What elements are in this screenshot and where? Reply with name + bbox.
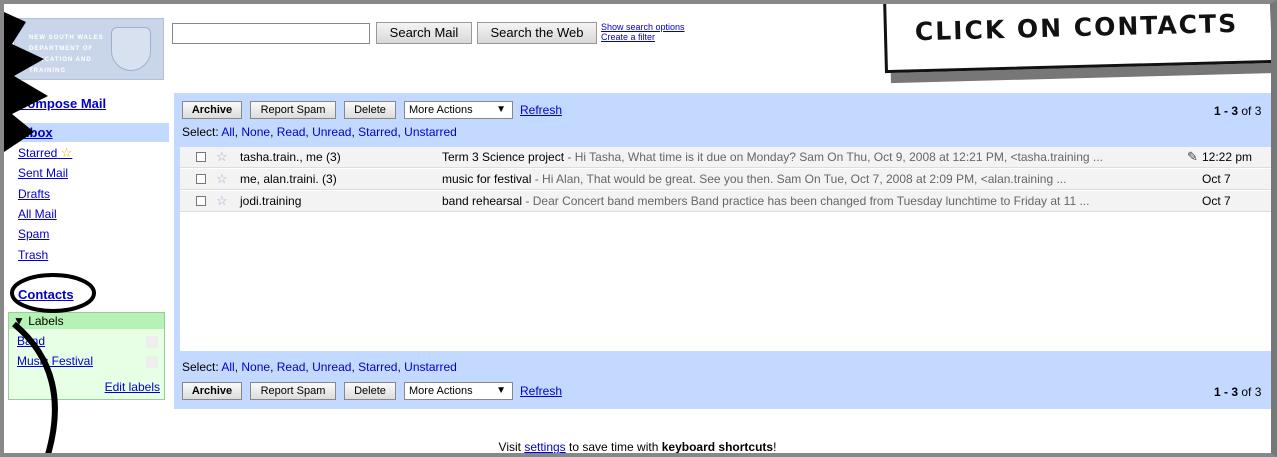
paperclip-icon: ✎: [1187, 149, 1198, 164]
callout-box: CLICK ON CONTACTS: [883, 4, 1271, 74]
search-web-button[interactable]: Search the Web: [477, 22, 597, 44]
refresh-link[interactable]: Refresh: [520, 103, 562, 117]
sidebar-item-spam[interactable]: Spam: [18, 227, 49, 241]
footer-mid: to save time with: [565, 440, 662, 454]
refresh-link[interactable]: Refresh: [520, 384, 562, 398]
show-search-options-link[interactable]: Show search options: [601, 22, 685, 32]
select-all-link[interactable]: All: [221, 125, 234, 139]
select-unread-link[interactable]: Unread: [312, 125, 351, 139]
more-actions-select[interactable]: More Actions ▼: [404, 101, 513, 119]
select-bar-bottom: Select: All, None, Read, Unread, Starred…: [182, 360, 457, 374]
more-actions-label: More Actions: [409, 104, 473, 116]
select-bar-top: Select: All, None, Read, Unread, Starred…: [182, 125, 457, 139]
labels-box: ▼ Labels Band Music Festival Edit labels: [8, 312, 165, 400]
crest-icon: [111, 27, 151, 71]
select-all-link[interactable]: All: [221, 360, 234, 374]
create-filter-link[interactable]: Create a filter: [601, 32, 655, 42]
star-icon[interactable]: ☆: [216, 169, 228, 189]
message-subject: Term 3 Science project - Hi Tasha, What …: [442, 147, 1184, 167]
row-checkbox[interactable]: [196, 152, 206, 162]
logo-text: NEW SOUTH WALES DEPARTMENT OF EDUCATION …: [29, 35, 104, 74]
sidebar-item-inbox[interactable]: Inbox: [18, 125, 53, 140]
logo: NEW SOUTH WALES DEPARTMENT OF EDUCATION …: [14, 18, 164, 80]
table-row[interactable]: ☆ tasha.train., me (3) Term 3 Science pr…: [180, 147, 1271, 168]
message-snippet: - Hi Alan, That would be great. See you …: [531, 172, 1067, 186]
report-spam-button[interactable]: Report Spam: [250, 101, 336, 119]
count-range: 1 - 3: [1214, 385, 1239, 399]
label-band[interactable]: Band: [17, 334, 45, 348]
subject-text: music for festival: [442, 172, 532, 186]
count-range: 1 - 3: [1214, 104, 1239, 118]
dropdown-arrow-icon: ▼: [496, 385, 506, 396]
more-actions-label: More Actions: [409, 385, 473, 397]
subject-text: Term 3 Science project: [442, 150, 565, 164]
labels-header[interactable]: ▼ Labels: [9, 313, 164, 329]
star-icon[interactable]: ☆: [216, 147, 228, 167]
mail-panel: Archive Report Spam Delete More Actions …: [174, 93, 1271, 409]
footer-post: !: [773, 440, 777, 454]
report-spam-button[interactable]: Report Spam: [250, 382, 336, 400]
message-count: 1 - 3 of 3: [1214, 385, 1271, 399]
message-subject: band rehearsal - Dear Concert band membe…: [442, 191, 1184, 211]
footer-pre: Visit: [498, 440, 525, 454]
select-starred-link[interactable]: Starred: [358, 125, 397, 139]
message-sender: me, alan.traini. (3): [240, 172, 337, 186]
sidebar-item-sent[interactable]: Sent Mail: [18, 166, 68, 180]
table-row[interactable]: ☆ jodi.training band rehearsal - Dear Co…: [180, 191, 1271, 212]
star-icon[interactable]: ☆: [216, 191, 228, 211]
message-subject: music for festival - Hi Alan, That would…: [442, 169, 1184, 189]
label-color-swatch[interactable]: [146, 336, 158, 348]
message-sender: jodi.training: [240, 194, 302, 208]
select-starred-link[interactable]: Starred: [358, 360, 397, 374]
message-date: 12:22 pm: [1202, 150, 1253, 164]
message-date: Oct 7: [1202, 172, 1231, 186]
footer-shortcuts-tip: Visit settings to save time with keyboar…: [4, 440, 1271, 454]
select-unstarred-link[interactable]: Unstarred: [404, 125, 457, 139]
row-checkbox[interactable]: [196, 174, 206, 184]
archive-button[interactable]: Archive: [182, 382, 242, 400]
message-date: Oct 7: [1202, 194, 1231, 208]
callout-text: CLICK ON CONTACTS: [914, 8, 1239, 47]
table-row[interactable]: ☆ me, alan.traini. (3) music for festiva…: [180, 169, 1271, 190]
sidebar-item-starred[interactable]: Starred ☆: [18, 145, 72, 161]
label-color-swatch[interactable]: [146, 356, 158, 368]
edit-labels-link[interactable]: Edit labels: [105, 380, 160, 394]
message-count: 1 - 3 of 3: [1214, 104, 1271, 118]
gmail-window: NEW SOUTH WALES DEPARTMENT OF EDUCATION …: [0, 0, 1277, 457]
message-snippet: - Dear Concert band members Band practic…: [522, 194, 1090, 208]
select-read-link[interactable]: Read: [277, 125, 306, 139]
select-none-link[interactable]: None: [241, 125, 270, 139]
label-music-festival[interactable]: Music Festival: [17, 354, 93, 368]
footer-bold: keyboard shortcuts: [661, 440, 774, 454]
delete-button[interactable]: Delete: [344, 101, 396, 119]
select-read-link[interactable]: Read: [277, 360, 306, 374]
select-prefix: Select:: [182, 360, 222, 374]
star-icon: ☆: [60, 145, 73, 160]
contacts-link[interactable]: Contacts: [18, 287, 74, 302]
count-total: of 3: [1238, 385, 1262, 399]
dropdown-arrow-icon: ▼: [496, 104, 506, 115]
count-total: of 3: [1238, 104, 1262, 118]
row-checkbox[interactable]: [196, 196, 206, 206]
search-input[interactable]: [172, 23, 370, 44]
sidebar-item-drafts[interactable]: Drafts: [18, 187, 50, 201]
sidebar-item-all-mail[interactable]: All Mail: [18, 207, 57, 221]
settings-link[interactable]: settings: [524, 440, 565, 453]
delete-button[interactable]: Delete: [344, 382, 396, 400]
archive-button[interactable]: Archive: [182, 101, 242, 119]
compose-mail-link[interactable]: Compose Mail: [18, 96, 106, 111]
message-sender: tasha.train., me (3): [240, 150, 341, 164]
sidebar-item-label: Starred: [18, 146, 58, 160]
select-prefix: Select:: [182, 125, 222, 139]
select-unread-link[interactable]: Unread: [312, 360, 351, 374]
search-mail-button[interactable]: Search Mail: [376, 22, 472, 44]
subject-text: band rehearsal: [442, 194, 523, 208]
message-snippet: - Hi Tasha, What time is it due on Monda…: [564, 150, 1103, 164]
select-none-link[interactable]: None: [241, 360, 270, 374]
more-actions-select[interactable]: More Actions ▼: [404, 382, 513, 400]
select-unstarred-link[interactable]: Unstarred: [404, 360, 457, 374]
sidebar-item-trash[interactable]: Trash: [18, 248, 48, 262]
